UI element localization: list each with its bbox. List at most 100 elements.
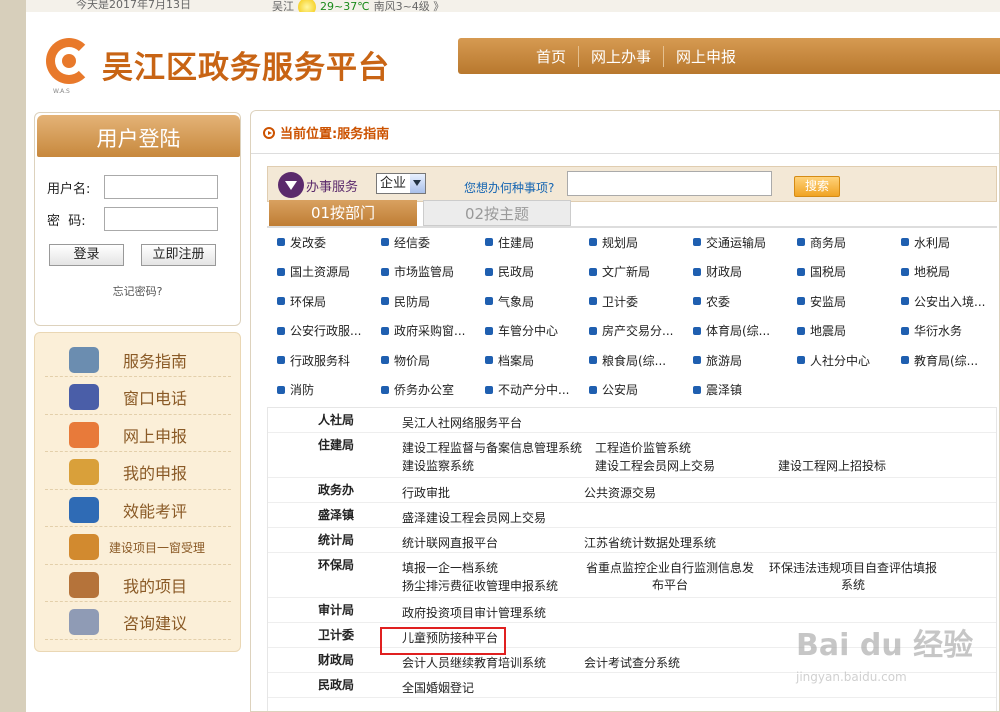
department-link[interactable]: 档案局 — [485, 350, 585, 370]
department-link[interactable]: 粮食局(综... — [589, 350, 689, 370]
system-link[interactable]: 会计考试查分系统 — [584, 654, 680, 671]
system-link[interactable]: 吴江人社网络服务平台 — [402, 414, 522, 431]
department-link[interactable]: 震泽镇 — [693, 380, 793, 400]
system-link[interactable]: 环保违法违规项目自查评估填报系统 — [768, 559, 938, 593]
nav-home[interactable]: 首页 — [524, 45, 580, 67]
system-link[interactable]: 行政审批 — [402, 484, 450, 501]
type-select[interactable]: 企业 — [376, 173, 426, 194]
department-link[interactable]: 侨务办公室 — [381, 380, 481, 400]
department-link[interactable]: 国税局 — [797, 262, 897, 282]
system-dept: 住建局 — [318, 438, 355, 452]
department-link[interactable]: 卫计委 — [589, 291, 689, 311]
nav-online-declare[interactable]: 网上申报 — [664, 46, 748, 67]
department-link[interactable]: 不动产分中... — [485, 380, 585, 400]
system-link[interactable]: 省重点监控企业自行监测信息发布平台 — [584, 559, 756, 593]
department-label: 气象局 — [498, 294, 535, 309]
department-link[interactable]: 人社分中心 — [797, 350, 897, 370]
department-label: 公安行政服... — [290, 324, 362, 338]
register-button[interactable]: 立即注册 — [141, 244, 216, 266]
menu-item[interactable]: 我的项目 — [45, 568, 231, 602]
department-link[interactable]: 商务局 — [797, 232, 897, 252]
department-link[interactable]: 政府采购窗... — [381, 321, 481, 341]
tab-by-topic[interactable]: 02按主题 — [423, 200, 571, 226]
menu-item[interactable]: 窗口电话 — [45, 381, 231, 415]
menu-item[interactable]: 建设项目一窗受理 — [45, 531, 231, 565]
system-link[interactable]: 扬尘排污费征收管理申报系统 — [402, 577, 558, 594]
main-nav: 首页 网上办事 网上申报 — [458, 38, 1000, 74]
system-row: 住建局 建设工程监督与备案信息管理系统 工程造价监管系统建设监察系统 建设工程会员网上… — [268, 433, 996, 478]
department-link[interactable]: 经信委 — [381, 232, 481, 252]
bullet-icon — [277, 238, 285, 246]
menu-item[interactable]: 网上申报 — [45, 418, 231, 452]
department-link[interactable]: 民政局 — [485, 262, 585, 282]
system-link[interactable]: 工程造价监管系统 — [595, 439, 691, 456]
department-label: 政府采购窗... — [394, 324, 466, 338]
nav-online-service[interactable]: 网上办事 — [579, 45, 665, 67]
department-link[interactable]: 地税局 — [901, 262, 999, 282]
menu-item[interactable]: 服务指南 — [45, 343, 231, 377]
sun-icon — [298, 0, 316, 12]
bullet-icon — [589, 267, 597, 276]
system-link[interactable]: 统计联网直报平台 — [402, 534, 498, 551]
department-link[interactable]: 华衍水务 — [901, 321, 999, 341]
password-input[interactable] — [104, 207, 218, 231]
department-link[interactable]: 公安局 — [589, 380, 689, 400]
bullet-icon — [485, 385, 493, 394]
department-link[interactable]: 交通运输局 — [693, 232, 793, 252]
bullet-icon — [277, 297, 285, 305]
department-link[interactable]: 文广新局 — [589, 262, 689, 282]
department-link[interactable]: 公安出入境... — [901, 291, 999, 311]
department-label: 经信委 — [394, 235, 431, 250]
department-link[interactable]: 财政局 — [693, 262, 793, 282]
department-link[interactable]: 地震局 — [797, 321, 897, 341]
department-link[interactable]: 消防 — [277, 380, 377, 400]
department-link[interactable]: 水利局 — [901, 232, 999, 252]
search-button[interactable]: 搜索 — [794, 176, 840, 197]
department-link[interactable]: 安监局 — [797, 291, 897, 311]
system-link[interactable]: 全国婚姻登记 — [402, 679, 474, 696]
department-link[interactable]: 公安行政服... — [277, 321, 377, 341]
password-label: 密 码: — [47, 213, 86, 229]
system-link[interactable]: 会计人员继续教育培训系统 — [402, 654, 546, 671]
system-link[interactable]: 建设工程监督与备案信息管理系统 — [402, 439, 582, 456]
department-label: 地震局 — [810, 324, 847, 338]
department-link[interactable]: 教育局(综... — [901, 350, 999, 370]
department-link[interactable]: 体育局(综... — [693, 321, 793, 341]
search-input[interactable] — [567, 171, 772, 196]
department-link[interactable]: 行政服务科 — [277, 350, 377, 370]
department-link[interactable]: 国土资源局 — [277, 262, 377, 282]
system-link[interactable]: 建设监察系统 — [402, 457, 474, 474]
chevron-down-icon[interactable] — [410, 174, 425, 193]
department-link[interactable]: 物价局 — [381, 350, 481, 370]
forgot-password-link[interactable]: 忘记密码? — [34, 283, 241, 299]
system-link[interactable]: 建设工程网上招投标 — [778, 457, 886, 474]
bullet-icon — [589, 356, 597, 364]
username-input[interactable] — [104, 175, 218, 199]
department-link[interactable]: 环保局 — [277, 291, 377, 311]
system-link[interactable]: 盛泽建设工程会员网上交易 — [402, 509, 546, 526]
menu-item[interactable]: 我的申报 — [45, 456, 231, 490]
menu-item[interactable]: 咨询建议 — [45, 606, 231, 640]
menu-item[interactable]: 效能考评 — [45, 493, 231, 527]
department-label: 民政局 — [498, 265, 535, 279]
department-link[interactable]: 旅游局 — [693, 350, 793, 370]
search-label: 办事服务 — [306, 180, 359, 195]
department-link[interactable]: 发改委 — [277, 232, 377, 252]
department-link[interactable]: 民防局 — [381, 291, 481, 311]
system-link[interactable]: 公共资源交易 — [584, 484, 656, 501]
system-link[interactable]: 建设工程会员网上交易 — [595, 457, 715, 474]
department-link[interactable]: 气象局 — [485, 291, 585, 311]
system-dept: 民政局 — [318, 678, 355, 692]
system-link[interactable]: 江苏省统计数据处理系统 — [584, 534, 716, 551]
department-link[interactable]: 车管分中心 — [485, 321, 585, 341]
department-link[interactable]: 市场监管局 — [381, 262, 481, 282]
login-button[interactable]: 登录 — [49, 244, 124, 266]
system-link[interactable]: 政府投资项目审计管理系统 — [402, 604, 546, 621]
department-link[interactable]: 农委 — [693, 291, 793, 311]
department-link[interactable]: 规划局 — [589, 232, 689, 252]
department-link[interactable]: 房产交易分... — [589, 321, 689, 341]
department-label: 物价局 — [394, 353, 431, 368]
system-link[interactable]: 填报一企一档系统 — [402, 559, 498, 576]
tab-by-department[interactable]: 01按部门 — [269, 200, 417, 226]
department-link[interactable]: 住建局 — [485, 232, 585, 252]
